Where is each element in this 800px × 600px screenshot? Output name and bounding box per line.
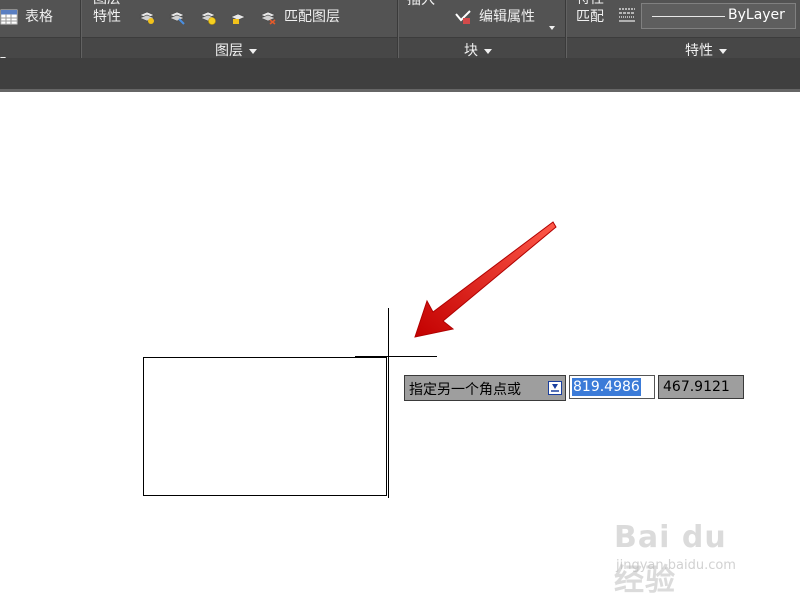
match-properties-label-line1: 特性	[576, 0, 604, 7]
lineweight-select[interactable]: ByLayer	[641, 3, 796, 29]
panel-divider	[397, 0, 398, 58]
ribbon: 表格 图层 特性	[0, 0, 800, 61]
drawn-rectangle	[143, 357, 387, 496]
layer-properties-label-line2: 特性	[93, 9, 121, 25]
baidu-watermark: Bai du 经验 jingyan.baidu.com	[612, 510, 762, 598]
table-button[interactable]: 表格	[25, 9, 53, 25]
file-tab-bar	[0, 58, 800, 92]
block-panel-title[interactable]: 块	[464, 40, 492, 60]
match-layer-icon[interactable]	[259, 8, 277, 26]
watermark-url: jingyan.baidu.com	[616, 558, 736, 573]
red-arrow-annotation	[414, 221, 557, 338]
edit-attribute-button[interactable]: 编辑属性	[479, 9, 535, 25]
edit-attribute-dropdown-icon[interactable]	[549, 15, 555, 34]
insert-label: 插入	[407, 0, 435, 8]
coordinate-x-input[interactable]: 819.4986	[569, 375, 655, 399]
panel-divider	[80, 0, 81, 58]
linetype-icon[interactable]	[618, 6, 636, 24]
match-properties-label-line2: 匹配	[576, 9, 604, 25]
prompt-text: 指定另一个角点或	[409, 382, 521, 398]
match-layer-button[interactable]: 匹配图层	[284, 9, 340, 25]
edit-attribute-icon[interactable]	[454, 8, 472, 26]
drawing-canvas[interactable]: 指定另一个角点或 819.4986 467.9121 Bai du 经验 jin…	[0, 92, 800, 600]
crosshair-horizontal	[355, 356, 437, 357]
ribbon-panel-titles: 图层 块 特性	[0, 37, 800, 61]
layer-properties-button[interactable]: 图层 特性	[93, 0, 133, 30]
coordinate-y-value: 467.9121	[663, 379, 730, 395]
layer-isolate-icon[interactable]	[168, 8, 186, 26]
coordinate-x-value: 819.4986	[572, 378, 641, 396]
chevron-down-icon	[484, 48, 492, 54]
panel-divider	[565, 0, 566, 58]
dropdown-icon	[551, 384, 559, 392]
coordinate-y-input[interactable]: 467.9121	[658, 375, 744, 399]
dynamic-input-prompt: 指定另一个角点或	[404, 375, 566, 401]
lineweight-preview	[652, 16, 725, 17]
prompt-options-button[interactable]	[548, 381, 562, 395]
ribbon-tools-row: 表格 图层 特性	[0, 0, 800, 37]
layer-properties-label-line1: 图层	[93, 0, 121, 7]
match-properties-button[interactable]: 特性 匹配	[576, 0, 612, 30]
layer-on-icon[interactable]	[138, 8, 156, 26]
lineweight-value: ByLayer	[728, 7, 785, 23]
chevron-down-icon	[719, 48, 727, 54]
chevron-down-icon	[249, 48, 257, 54]
properties-panel-title[interactable]: 特性	[685, 40, 727, 60]
crosshair-vertical	[388, 308, 389, 498]
insert-button[interactable]: 插入	[407, 0, 443, 10]
table-icon[interactable]	[0, 8, 18, 26]
layer-lock-icon[interactable]	[229, 8, 247, 26]
layers-panel-title[interactable]: 图层	[215, 40, 257, 60]
layer-freeze-icon[interactable]	[199, 8, 217, 26]
